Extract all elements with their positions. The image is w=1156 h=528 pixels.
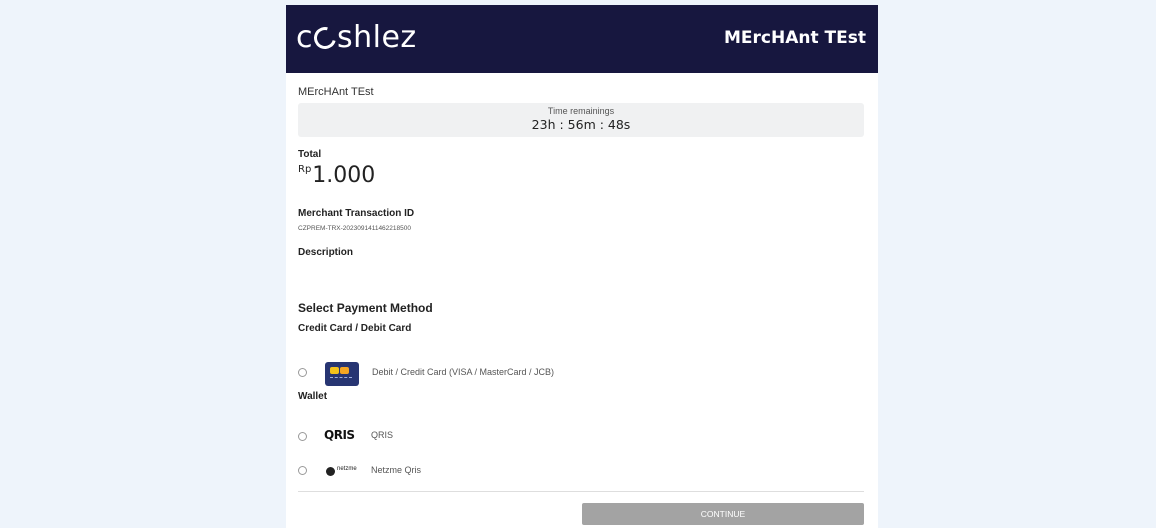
qris-method-label: QRIS (371, 430, 394, 440)
card-brand-icon (340, 367, 349, 374)
card-number-icon (330, 377, 352, 380)
netzme-dot-icon (326, 467, 335, 476)
divider (298, 491, 864, 492)
countdown-timer: Time remainings 23h : 56m : 48s (298, 103, 864, 137)
header-bar: c shlez MErcHAnt TEst (286, 5, 878, 73)
netzme-method-label: Netzme Qris (371, 465, 422, 475)
merchant-name: MErcHAnt TEst (298, 86, 374, 98)
amount-value: 1.000 (312, 163, 376, 188)
logo-ring-icon (309, 22, 341, 54)
radio-qris[interactable] (298, 432, 307, 441)
description-label: Description (298, 247, 354, 258)
wallet-group-label: Wallet (298, 391, 328, 402)
total-amount: Rp1.000 (298, 163, 375, 188)
payment-option-netzme[interactable]: netzme Netzme Qris (298, 464, 858, 494)
card-group-label: Credit Card / Debit Card (298, 323, 412, 334)
card-chip-icon (330, 367, 339, 374)
payment-option-qris[interactable]: QRIS QRIS (298, 428, 858, 459)
timer-value: 23h : 56m : 48s (531, 117, 631, 132)
checkout-page: c shlez MErcHAnt TEst MErcHAnt TEst Time … (286, 5, 878, 528)
continue-button[interactable]: CONTINUE (582, 503, 864, 525)
total-label: Total (298, 149, 322, 160)
qris-logo-icon: QRIS (324, 428, 355, 442)
header-merchant-name: MErcHAnt TEst (724, 28, 866, 48)
transaction-id-label: Merchant Transaction ID (298, 208, 415, 219)
card-method-label: Debit / Credit Card (VISA / MasterCard /… (372, 367, 555, 377)
radio-card[interactable] (298, 368, 307, 377)
logo-text-end: shlez (337, 20, 417, 55)
transaction-id-value: CZPREM-TRX-20230914114622185​00 (298, 225, 411, 232)
credit-card-icon (325, 362, 359, 386)
payment-method-title: Select Payment Method (298, 301, 433, 315)
netzme-logo-text: netzme (337, 466, 357, 472)
timer-label: Time remainings (547, 106, 615, 116)
cashlez-logo: c shlez (296, 21, 417, 55)
logo-text-start: c (296, 20, 313, 55)
currency-symbol: Rp (298, 164, 312, 175)
payment-option-card[interactable]: Debit / Credit Card (VISA / MasterCard /… (298, 362, 858, 393)
radio-netzme[interactable] (298, 466, 307, 475)
